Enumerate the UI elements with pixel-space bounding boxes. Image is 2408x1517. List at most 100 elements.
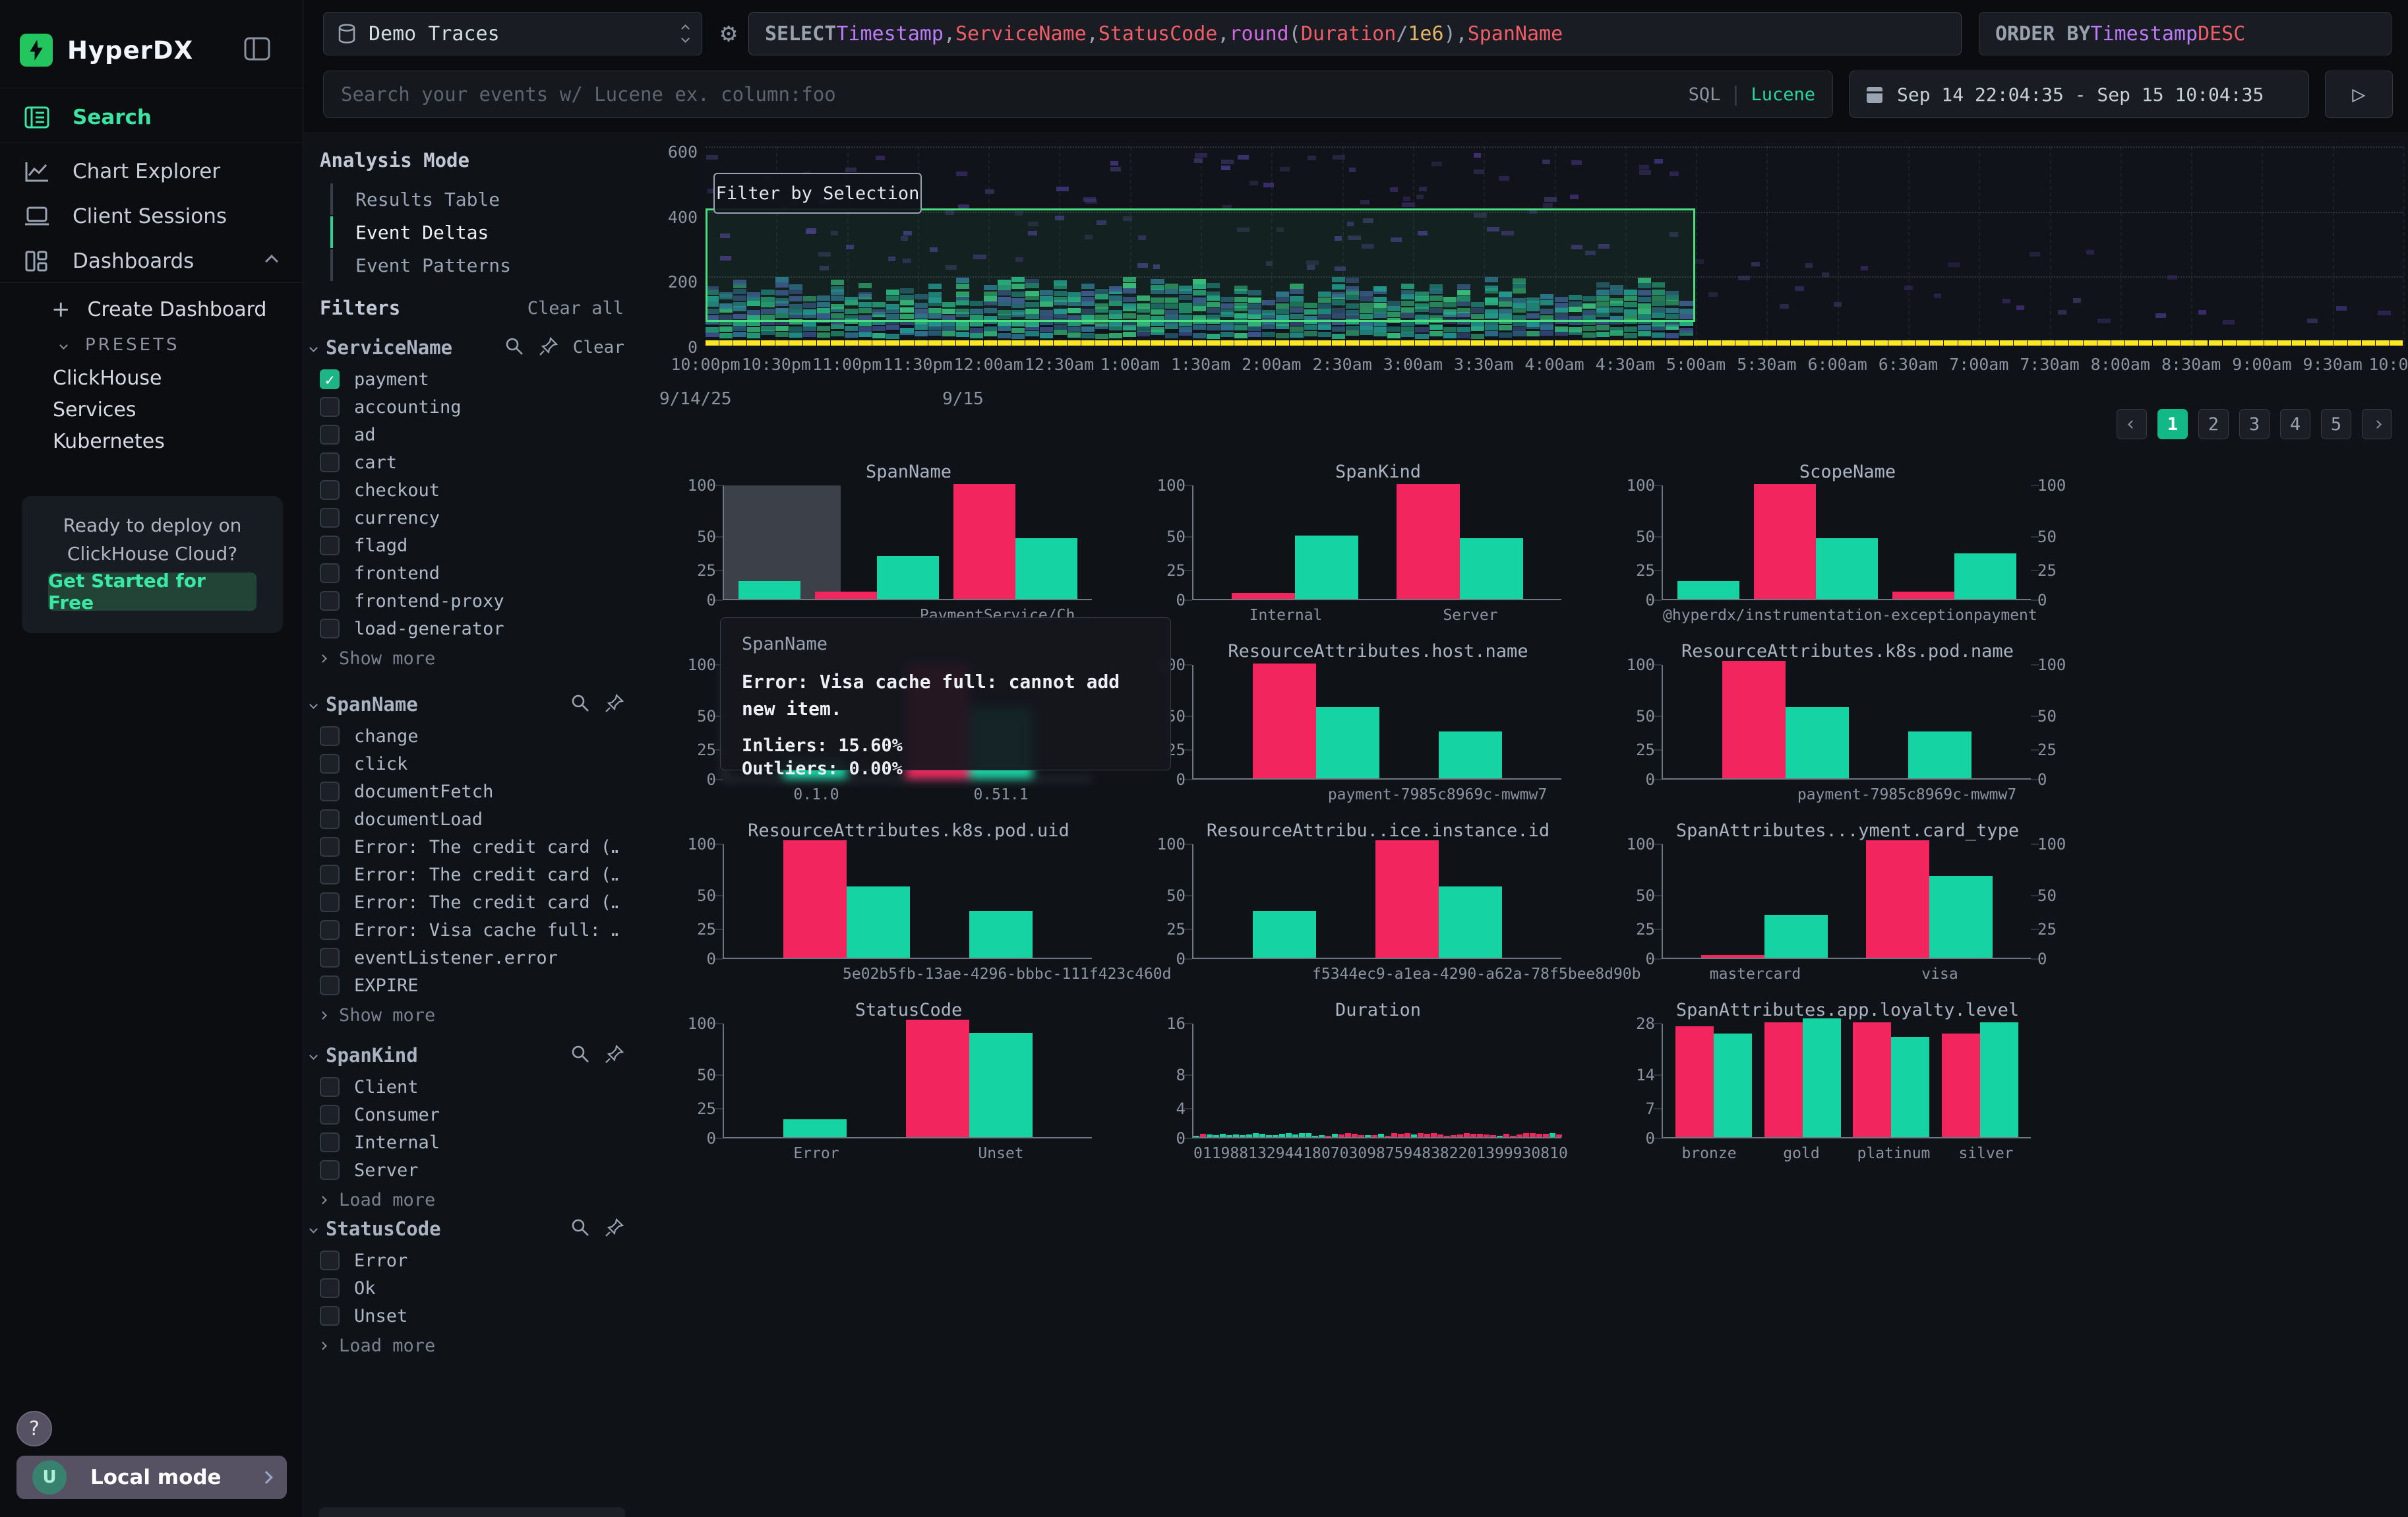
pin-icon[interactable] xyxy=(605,1218,624,1240)
show-more-button[interactable]: Show more xyxy=(320,645,584,671)
pin-icon[interactable] xyxy=(605,1044,624,1067)
filter-option-expire[interactable]: EXPIRE xyxy=(320,972,630,999)
checkbox-unchecked[interactable] xyxy=(320,726,340,746)
chart-plot[interactable] xyxy=(1192,665,1561,780)
checkbox-unchecked[interactable] xyxy=(320,452,340,472)
checkbox-unchecked[interactable] xyxy=(320,1278,340,1298)
sql-toggle[interactable]: SQL xyxy=(1689,84,1721,105)
create-dashboard-button[interactable]: + Create Dashboard xyxy=(0,289,303,330)
filter-option-error[interactable]: Error xyxy=(320,1247,630,1274)
filter-option-documentfetch[interactable]: documentFetch xyxy=(320,778,630,805)
sidebar-item-chart-explorer[interactable]: Chart Explorer xyxy=(0,146,303,197)
filter-option-consumer[interactable]: Consumer xyxy=(320,1101,630,1129)
checkbox-unchecked[interactable] xyxy=(320,536,340,555)
chart-plot[interactable] xyxy=(723,485,1092,600)
chart-plot[interactable] xyxy=(1192,485,1561,600)
show-more-button[interactable]: Show more xyxy=(320,1002,584,1028)
clear-all-button[interactable]: Clear all xyxy=(527,298,624,319)
get-started-button[interactable]: Get Started for Free xyxy=(48,573,256,611)
date-range-picker[interactable]: Sep 14 22:04:35 - Sep 15 10:04:35 xyxy=(1849,71,2309,118)
search-icon[interactable] xyxy=(570,693,590,716)
filter-option-load-generator[interactable]: load-generator xyxy=(320,615,630,642)
checkbox-unchecked[interactable] xyxy=(320,425,340,445)
checkbox-unchecked[interactable] xyxy=(320,563,340,583)
filter-option-change[interactable]: change xyxy=(320,722,630,750)
gear-icon[interactable]: ⚙ xyxy=(713,17,744,49)
checkbox-unchecked[interactable] xyxy=(320,865,340,884)
filter-option-click[interactable]: click xyxy=(320,750,630,778)
checkbox-checked[interactable]: ✓ xyxy=(320,369,340,389)
chart-plot[interactable] xyxy=(1662,844,2031,959)
checkbox-unchecked[interactable] xyxy=(320,1306,340,1326)
more-filters-button[interactable]: More filters xyxy=(319,1507,625,1517)
search-icon[interactable] xyxy=(570,1044,590,1067)
analysis-mode-event-deltas[interactable]: Event Deltas xyxy=(330,216,620,248)
local-mode-menu[interactable]: U Local mode xyxy=(16,1456,287,1499)
sidebar-item-kubernetes[interactable]: Kubernetes xyxy=(0,421,303,462)
filter-option-flagd[interactable]: flagd xyxy=(320,532,630,559)
sidebar-collapse-icon[interactable] xyxy=(243,36,272,62)
checkbox-unchecked[interactable] xyxy=(320,948,340,968)
filter-option-server[interactable]: Server xyxy=(320,1156,630,1184)
filter-option-documentload[interactable]: documentLoad xyxy=(320,805,630,833)
search-icon[interactable] xyxy=(570,1218,590,1240)
chart-plot[interactable] xyxy=(1192,844,1561,959)
chart-plot[interactable] xyxy=(723,1024,1092,1138)
checkbox-unchecked[interactable] xyxy=(320,920,340,940)
checkbox-unchecked[interactable] xyxy=(320,397,340,417)
page-button-5[interactable]: 5 xyxy=(2321,409,2351,439)
filter-by-selection-button[interactable]: Filter by Selection xyxy=(713,173,922,214)
filter-option-ok[interactable]: Ok xyxy=(320,1274,630,1302)
filter-option-error-visa-cache-full-[interactable]: Error: Visa cache full: … xyxy=(320,916,630,944)
checkbox-unchecked[interactable] xyxy=(320,892,340,912)
filter-option-unset[interactable]: Unset xyxy=(320,1302,630,1330)
filter-group-header-StatusCode[interactable]: StatusCode xyxy=(311,1212,634,1245)
load-more-button[interactable]: Load more xyxy=(320,1332,584,1359)
filter-option-error-the-credit-card-[interactable]: Error: The credit card (… xyxy=(320,833,630,861)
page-button-3[interactable]: 3 xyxy=(2239,409,2270,439)
filter-option-accounting[interactable]: accounting xyxy=(320,393,630,421)
filter-option-error-the-credit-card-[interactable]: Error: The credit card (… xyxy=(320,861,630,888)
chart-plot[interactable] xyxy=(1662,665,2031,780)
sidebar-item-dashboards[interactable]: Dashboards xyxy=(0,236,303,286)
filter-option-frontend-proxy[interactable]: frontend-proxy xyxy=(320,587,630,615)
help-button[interactable]: ? xyxy=(16,1411,52,1446)
heatmap-plot[interactable] xyxy=(706,146,2403,348)
filter-group-header-SpanKind[interactable]: SpanKind xyxy=(311,1039,634,1072)
page-button-4[interactable]: 4 xyxy=(2280,409,2310,439)
select-query-input[interactable]: SELECT Timestamp, ServiceName, StatusCod… xyxy=(748,12,1962,55)
filter-option-error-the-credit-card-[interactable]: Error: The credit card (… xyxy=(320,888,630,916)
checkbox-unchecked[interactable] xyxy=(320,1160,340,1180)
search-icon[interactable] xyxy=(504,336,524,359)
lucene-toggle[interactable]: Lucene xyxy=(1751,84,1815,105)
pin-icon[interactable] xyxy=(539,336,558,359)
filter-group-clear-button[interactable]: Clear xyxy=(573,338,624,357)
sidebar-item-search[interactable]: Search xyxy=(0,92,303,142)
checkbox-unchecked[interactable] xyxy=(320,508,340,528)
checkbox-unchecked[interactable] xyxy=(320,809,340,829)
load-more-button[interactable]: Load more xyxy=(320,1187,584,1213)
checkbox-unchecked[interactable] xyxy=(320,782,340,801)
filter-group-header-ServiceName[interactable]: ServiceNameClear xyxy=(311,331,634,364)
filter-option-client[interactable]: Client xyxy=(320,1073,630,1101)
checkbox-unchecked[interactable] xyxy=(320,837,340,857)
prev-page-button[interactable] xyxy=(2117,409,2147,439)
filter-option-internal[interactable]: Internal xyxy=(320,1129,630,1156)
chart-plot[interactable] xyxy=(1662,485,2031,600)
chart-plot[interactable] xyxy=(1662,1024,2031,1138)
checkbox-unchecked[interactable] xyxy=(320,591,340,611)
search-input[interactable]: Search your events w/ Lucene ex. column:… xyxy=(323,71,1833,118)
chart-plot[interactable] xyxy=(1192,1024,1561,1138)
sidebar-item-client-sessions[interactable]: Client Sessions xyxy=(0,191,303,241)
filter-option-checkout[interactable]: checkout xyxy=(320,476,630,504)
filter-option-eventlistener-error[interactable]: eventListener.error xyxy=(320,944,630,972)
heatmap-selection[interactable] xyxy=(706,208,1695,323)
filter-option-ad[interactable]: ad xyxy=(320,421,630,449)
filter-option-currency[interactable]: currency xyxy=(320,504,630,532)
analysis-mode-results-table[interactable]: Results Table xyxy=(330,183,620,215)
checkbox-unchecked[interactable] xyxy=(320,1105,340,1125)
page-button-1[interactable]: 1 xyxy=(2157,409,2188,439)
checkbox-unchecked[interactable] xyxy=(320,1077,340,1097)
checkbox-unchecked[interactable] xyxy=(320,619,340,638)
orderby-input[interactable]: ORDER BY Timestamp DESC xyxy=(1979,12,2392,55)
